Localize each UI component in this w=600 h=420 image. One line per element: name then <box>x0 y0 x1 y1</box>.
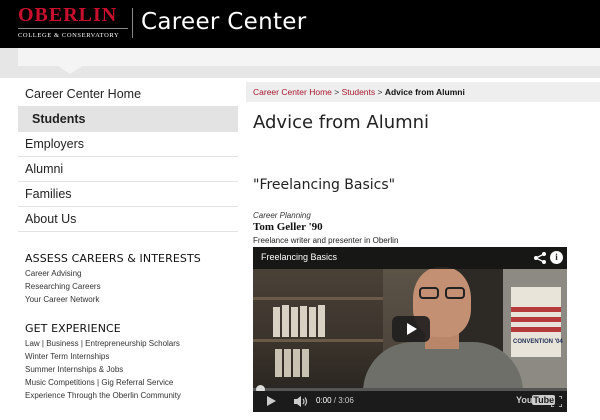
alumnus-name: Tom Geller '90 <box>253 221 323 233</box>
sidebar-link-summer-internships[interactable]: Summer Internships & Jobs <box>25 365 123 374</box>
player-title-bar: Freelancing Basics i <box>253 247 567 269</box>
fullscreen-icon[interactable] <box>551 396 562 407</box>
poster-stripe <box>511 317 561 322</box>
breadcrumb: Career Center Home > Students > Advice f… <box>246 82 600 102</box>
header-divider <box>132 8 133 38</box>
page-title: Advice from Alumni <box>253 112 430 133</box>
logo-subtitle: COLLEGE & CONSERVATORY <box>18 28 128 39</box>
nav-item-career-center-home[interactable]: Career Center Home <box>18 82 238 107</box>
sidebar-link-researching-careers[interactable]: Researching Careers <box>25 282 101 291</box>
play-icon[interactable] <box>267 396 276 406</box>
oberlin-logo[interactable]: OBERLIN COLLEGE & CONSERVATORY <box>18 5 128 45</box>
site-title[interactable]: Career Center <box>141 9 306 35</box>
info-icon[interactable]: i <box>550 251 563 264</box>
speaker-glasses <box>419 287 467 299</box>
band-notch-arrow <box>58 66 82 74</box>
binder <box>302 349 309 377</box>
share-icon[interactable] <box>533 251 547 265</box>
time-total: 3:06 <box>338 396 354 405</box>
sidebar-link-scholars[interactable]: Law | Business | Entrepreneurship Schola… <box>25 339 180 348</box>
breadcrumb-current: Advice from Alumni <box>384 87 465 97</box>
sidebar-link-career-network[interactable]: Your Career Network <box>25 295 99 304</box>
logo-wordmark: OBERLIN <box>18 4 118 26</box>
sidebar-link-music-competitions[interactable]: Music Competitions | Gig Referral Servic… <box>25 378 173 387</box>
nav-item-about-us[interactable]: About Us <box>18 207 238 232</box>
shelf <box>253 339 383 342</box>
binder <box>284 349 291 377</box>
sidebar-link-career-advising[interactable]: Career Advising <box>25 269 81 278</box>
sidebar-link-winter-term[interactable]: Winter Term Internships <box>25 352 109 361</box>
time-current: 0:00 <box>316 396 332 405</box>
play-button-large[interactable] <box>392 316 430 342</box>
section-heading-assess: ASSESS CAREERS & INTERESTS <box>25 252 201 265</box>
player-controls: 0:00 / 3:06 YouTube <box>253 391 567 412</box>
nav-item-alumni[interactable]: Alumni <box>18 157 238 182</box>
youtube-logo-you: You <box>516 395 533 405</box>
breadcrumb-students[interactable]: Students <box>342 87 376 97</box>
binder <box>293 349 300 377</box>
poster-text: CONVENTION '04 <box>513 339 563 345</box>
time-display: 0:00 / 3:06 <box>316 396 354 405</box>
binder <box>275 349 282 377</box>
nav-item-families[interactable]: Families <box>18 182 238 207</box>
convention-poster <box>511 287 561 357</box>
video-category: Career Planning <box>253 211 311 220</box>
sidebar-link-oberlin-community[interactable]: Experience Through the Oberlin Community <box>25 391 181 400</box>
youtube-logo[interactable]: YouTube <box>516 395 556 405</box>
binder <box>291 307 298 337</box>
breadcrumb-separator: > <box>375 87 385 97</box>
section-heading-experience: GET EXPERIENCE <box>25 322 121 335</box>
poster-stripe <box>511 327 561 332</box>
glasses-lens <box>445 287 465 299</box>
alumnus-description: Freelance writer and presenter in Oberli… <box>253 236 399 245</box>
header-band-inner <box>18 48 600 66</box>
binder <box>273 307 280 337</box>
player-video-title[interactable]: Freelancing Basics <box>261 252 337 262</box>
site-header: OBERLIN COLLEGE & CONSERVATORY Career Ce… <box>0 0 600 48</box>
binder <box>318 305 325 337</box>
breadcrumb-separator: > <box>331 87 342 97</box>
binder <box>282 305 289 337</box>
video-frame-bookshelf <box>253 269 383 390</box>
nav-item-employers[interactable]: Employers <box>18 132 238 157</box>
binder <box>309 307 316 337</box>
binder <box>300 306 307 337</box>
poster-stripe <box>511 307 561 312</box>
shelf <box>253 297 383 300</box>
glasses-lens <box>419 287 439 299</box>
video-player[interactable]: CONVENTION '04 Freelancing Basics i 0:00… <box>253 247 567 412</box>
volume-icon[interactable] <box>293 395 309 408</box>
video-heading: "Freelancing Basics" <box>253 177 396 193</box>
sidebar: Career Center Home Students Employers Al… <box>18 82 240 420</box>
nav-item-students[interactable]: Students <box>18 107 238 132</box>
breadcrumb-home[interactable]: Career Center Home <box>253 87 332 97</box>
